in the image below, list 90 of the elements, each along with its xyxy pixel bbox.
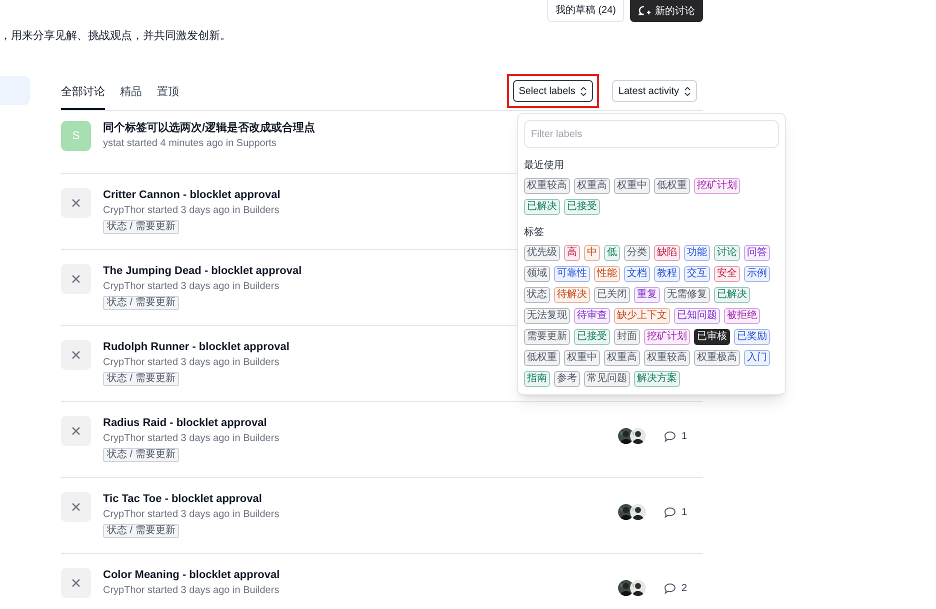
label-chip[interactable]: 挖矿计划 (694, 178, 740, 194)
label-chip[interactable]: 封面 (614, 329, 640, 345)
discussion-meta: CrypThor started 3 days ago in Builders (103, 584, 280, 598)
filter-dropdown[interactable]: Latest activity (612, 80, 697, 102)
label-chip[interactable]: 权重中 (614, 178, 650, 194)
label-chip[interactable]: 无法复现 (524, 308, 570, 324)
label-chip[interactable]: 已接受 (564, 199, 600, 215)
label-chip[interactable]: 权重较高 (524, 178, 570, 194)
status-tag[interactable]: 状态 / 需要更新 (103, 220, 180, 234)
label-chip[interactable]: 参考 (554, 371, 580, 387)
label-chip[interactable]: 可靠性 (554, 266, 590, 282)
label-chip[interactable]: 权重高 (574, 178, 610, 194)
label-chip[interactable]: 交互 (684, 266, 710, 282)
label-chip[interactable]: 被拒绝 (724, 308, 760, 324)
label-chip[interactable]: 分类 (624, 245, 650, 261)
section-heading: 标签 (524, 227, 545, 239)
comment-count: 1 (681, 430, 687, 444)
comment-icon (664, 582, 676, 594)
label-chip[interactable]: 已解决 (714, 287, 750, 303)
discussion-meta: CrypThor started 3 days ago in Builders (103, 204, 280, 218)
label-chip[interactable]: 已解决 (524, 199, 560, 215)
label-chip[interactable]: 高 (564, 245, 580, 261)
drafts-button[interactable]: 我的草稿 (24) (547, 0, 624, 22)
filter-labels-field[interactable]: Filter labels (524, 120, 779, 148)
label-chip[interactable]: 功能 (684, 245, 710, 261)
comment-count: 2 (681, 582, 687, 596)
discussion-meta: CrypThor started 3 days ago in Builders (103, 508, 280, 522)
label-chip[interactable]: 讨论 (714, 245, 740, 261)
discussion-meta: CrypThor started 3 days ago in Builders (103, 356, 280, 370)
comment-icon (664, 506, 676, 518)
tab[interactable]: 置顶 (157, 76, 179, 110)
chevron-updown-icon (684, 86, 691, 96)
status-tag[interactable]: 状态 / 需要更新 (103, 296, 180, 310)
comment-count: 1 (681, 506, 687, 520)
discussion-title[interactable]: Critter Cannon - blocklet approval (103, 188, 280, 203)
label-chip[interactable]: 权重较高 (644, 350, 690, 366)
label-chip[interactable]: 低权重 (524, 350, 560, 366)
label-chip[interactable]: 已接受 (574, 329, 610, 345)
discussion-title[interactable]: The Jumping Dead - blocklet approval (103, 264, 302, 279)
label-chip[interactable]: 入门 (744, 350, 770, 366)
label-chip[interactable]: 权重中 (564, 350, 600, 366)
label-chip[interactable]: 需要更新 (524, 329, 570, 345)
label-chip[interactable]: 已关闭 (594, 287, 630, 303)
avatar: S (61, 121, 91, 151)
discussion-title[interactable]: Radius Raid - blocklet approval (103, 416, 267, 431)
label-chip[interactable]: 待解决 (554, 287, 590, 303)
label-chip[interactable]: 性能 (594, 266, 620, 282)
label-chip[interactable]: 权重高 (604, 350, 640, 366)
discussion-title[interactable]: Rudolph Runner - blocklet approval (103, 340, 290, 355)
section-heading: 最近使用 (524, 160, 565, 172)
label-chip[interactable]: 问答 (744, 245, 770, 261)
discussion-meta: CrypThor started 3 days ago in Builders (103, 432, 280, 446)
label-chip[interactable]: 无需修复 (664, 287, 710, 303)
label-chip[interactable]: 缺少上下文 (614, 308, 670, 324)
label-chip[interactable]: 权重极高 (694, 350, 740, 366)
label-chip[interactable]: 缺陷 (654, 245, 680, 261)
discussion-title[interactable]: Color Meaning - blocklet approval (103, 568, 280, 583)
label-chip[interactable]: 已知问题 (674, 308, 720, 324)
description-text: ，用来分享见解、挑战观点，并共同激发创新。 (0, 29, 232, 43)
label-chip[interactable]: 指南 (524, 371, 550, 387)
status-tag[interactable]: 状态 / 需要更新 (103, 448, 180, 462)
label-chip[interactable]: 解决方案 (634, 371, 680, 387)
label-chip[interactable]: 低权重 (654, 178, 690, 194)
tab[interactable]: 全部讨论 (61, 76, 105, 110)
label-chip[interactable]: 重复 (634, 287, 660, 303)
tab[interactable]: 精品 (120, 76, 142, 110)
label-chip[interactable]: 教程 (654, 266, 680, 282)
discussion-meta: ystat started 4 minutes ago in Supports (103, 137, 276, 151)
label-chip[interactable]: 常见问题 (584, 371, 630, 387)
discussion-title[interactable]: 同个标签可以选两次/逻辑是否改成或合理点 (103, 121, 316, 136)
label-chip[interactable]: 优先级 (524, 245, 560, 261)
label-chip[interactable]: 已审核 (694, 329, 730, 345)
status-tag[interactable]: 状态 / 需要更新 (103, 372, 180, 386)
label-chip[interactable]: 领域 (524, 266, 550, 282)
label-chip[interactable]: 安全 (714, 266, 740, 282)
comment-icon (664, 430, 676, 442)
discussion-title[interactable]: Tic Tac Toe - blocklet approval (103, 492, 262, 507)
status-tag[interactable]: 状态 / 需要更新 (103, 524, 180, 538)
label-chip[interactable]: 中 (584, 245, 600, 261)
label-chip[interactable]: 已奖励 (734, 329, 770, 345)
new-discussion-button[interactable]: 新的讨论 (630, 0, 703, 22)
filter-dropdown[interactable]: Select labels (512, 80, 594, 102)
label-chip[interactable]: 挖矿计划 (644, 329, 690, 345)
discussion-meta: CrypThor started 3 days ago in Builders (103, 280, 280, 294)
label-chip[interactable]: 低 (604, 245, 620, 261)
label-chip[interactable]: 文档 (624, 266, 650, 282)
label-chip[interactable]: 状态 (524, 287, 550, 303)
chevron-updown-icon (580, 86, 588, 96)
label-chip[interactable]: 待审查 (574, 308, 610, 324)
label-chip[interactable]: 示例 (744, 266, 770, 282)
